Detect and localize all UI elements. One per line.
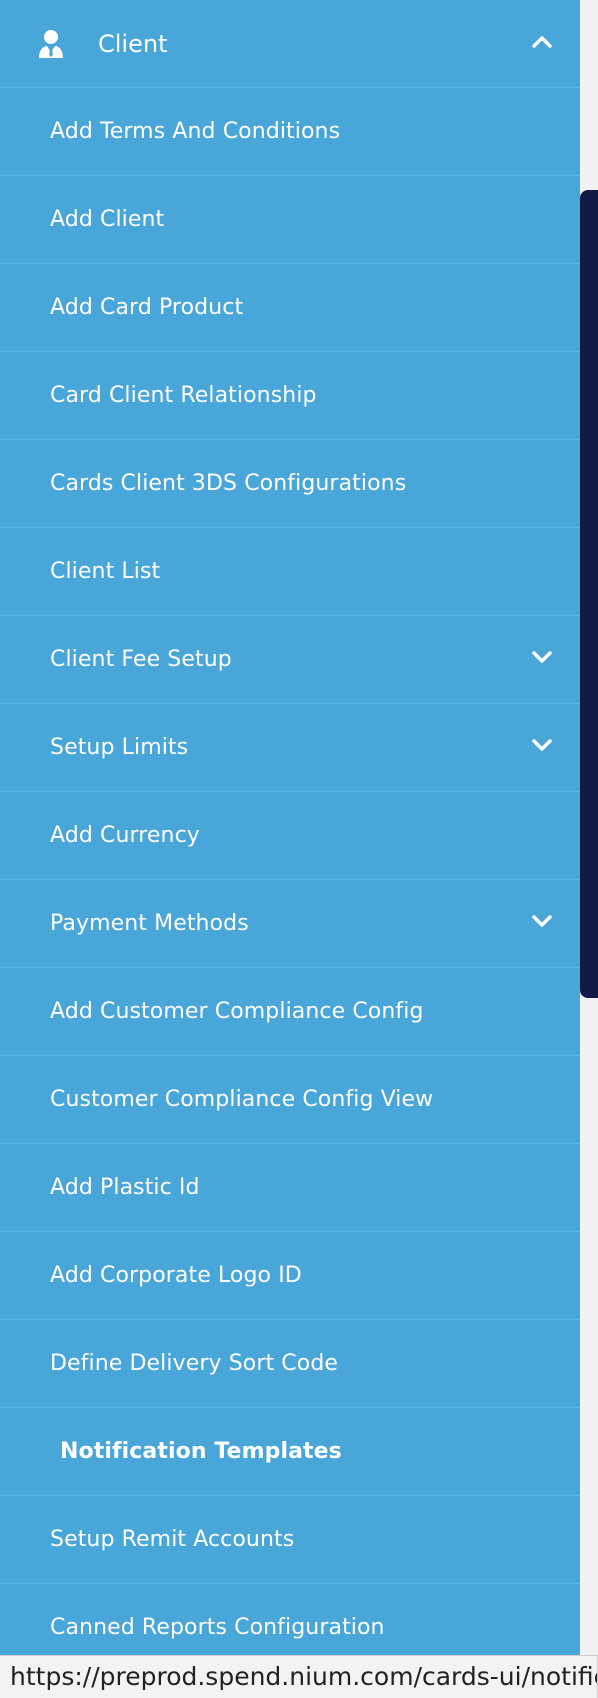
scrollbar-thumb[interactable] <box>580 190 598 998</box>
user-tie-icon <box>38 29 64 59</box>
sidebar-item-add-customer-compliance-config[interactable]: Add Customer Compliance Config <box>0 968 580 1056</box>
sidebar-item-client-list[interactable]: Client List <box>0 528 580 616</box>
sidebar-item-label: Setup Remit Accounts <box>50 1527 295 1552</box>
sidebar-item-label: Add Currency <box>50 823 200 848</box>
sidebar-item-label: Card Client Relationship <box>50 383 317 408</box>
sidebar-item-client-fee-setup[interactable]: Client Fee Setup <box>0 616 580 704</box>
sidebar-item-label: Add Plastic Id <box>50 1175 200 1200</box>
sidebar-item-cards-client-3ds-configurations[interactable]: Cards Client 3DS Configurations <box>0 440 580 528</box>
chevron-down-icon[interactable] <box>532 738 552 752</box>
sidebar-item-label: Canned Reports Configuration <box>50 1615 385 1640</box>
sidebar-item-add-plastic-id[interactable]: Add Plastic Id <box>0 1144 580 1232</box>
sidebar-item-customer-compliance-config-view[interactable]: Customer Compliance Config View <box>0 1056 580 1144</box>
sidebar-item-define-delivery-sort-code[interactable]: Define Delivery Sort Code <box>0 1320 580 1408</box>
sidebar-item-label: Add Terms And Conditions <box>50 119 341 144</box>
chevron-down-icon[interactable] <box>532 650 552 664</box>
sidebar-menu: Client Add Terms And Conditions Add Clien… <box>0 0 580 1698</box>
sidebar-item-add-client[interactable]: Add Client <box>0 176 580 264</box>
sidebar-item-label: Setup Limits <box>50 735 189 760</box>
sidebar-item-label: Payment Methods <box>50 911 249 936</box>
sidebar-item-add-corporate-logo-id[interactable]: Add Corporate Logo ID <box>0 1232 580 1320</box>
sidebar-item-label: Define Delivery Sort Code <box>50 1351 339 1376</box>
chevron-up-icon[interactable] <box>532 34 552 48</box>
status-bar-url: https://preprod.spend.nium.com/cards-ui/… <box>0 1655 598 1698</box>
sidebar-item-card-client-relationship[interactable]: Card Client Relationship <box>0 352 580 440</box>
sidebar-item-add-terms-and-conditions[interactable]: Add Terms And Conditions <box>0 88 580 176</box>
sidebar-item-label: Add Client <box>50 207 165 232</box>
sidebar-item-setup-limits[interactable]: Setup Limits <box>0 704 580 792</box>
sidebar-item-add-currency[interactable]: Add Currency <box>0 792 580 880</box>
chevron-down-icon[interactable] <box>532 914 552 928</box>
sidebar-item-add-card-product[interactable]: Add Card Product <box>0 264 580 352</box>
sidebar-section-label: Client <box>98 29 168 58</box>
sidebar-item-payment-methods[interactable]: Payment Methods <box>0 880 580 968</box>
sidebar-item-label: Notification Templates <box>60 1439 342 1464</box>
sidebar-item-setup-remit-accounts[interactable]: Setup Remit Accounts <box>0 1496 580 1584</box>
sidebar-item-label: Customer Compliance Config View <box>50 1087 434 1112</box>
sidebar-item-notification-templates[interactable]: Notification Templates <box>0 1408 580 1496</box>
sidebar-item-label: Add Customer Compliance Config <box>50 999 424 1024</box>
sidebar-item-label: Client List <box>50 559 161 584</box>
sidebar-item-label: Add Corporate Logo ID <box>50 1263 302 1288</box>
sidebar-item-label: Client Fee Setup <box>50 647 232 672</box>
sidebar-item-label: Add Card Product <box>50 295 244 320</box>
sidebar-section-client[interactable]: Client <box>0 0 580 88</box>
sidebar-item-label: Cards Client 3DS Configurations <box>50 471 407 496</box>
